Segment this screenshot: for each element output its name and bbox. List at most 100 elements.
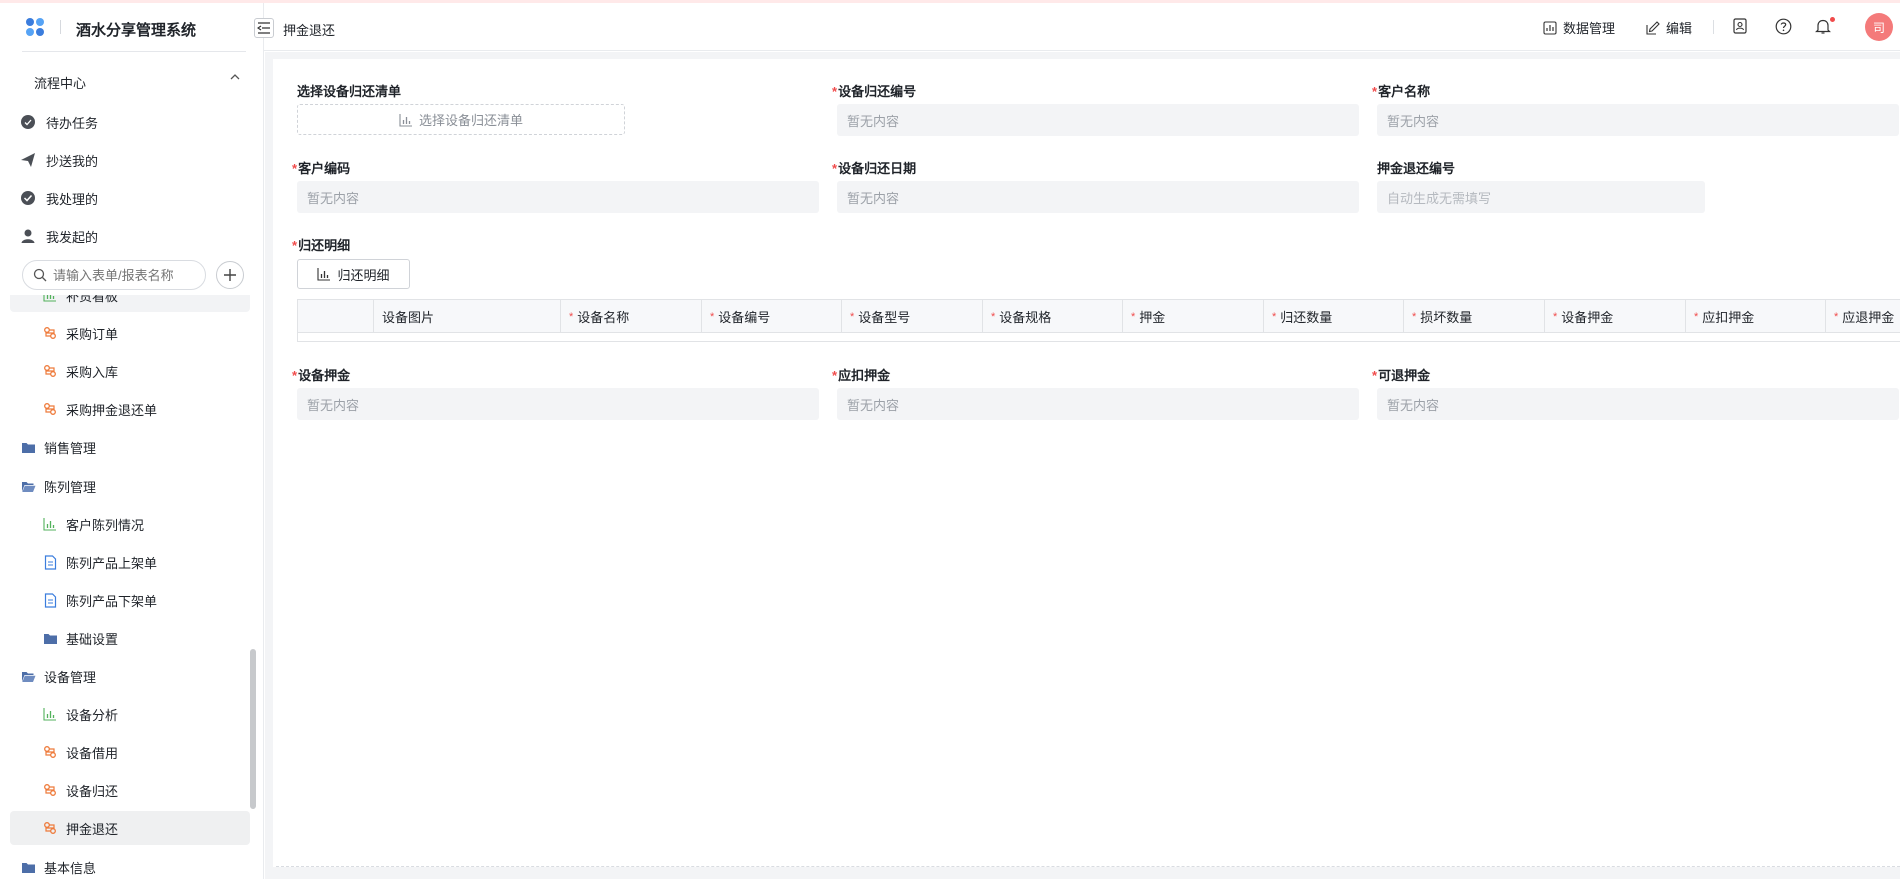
data-chart-icon [1543, 20, 1557, 35]
menu-search[interactable] [22, 260, 206, 290]
menu-fold-icon [257, 22, 270, 34]
help-icon[interactable] [1774, 17, 1792, 35]
form-icon [42, 592, 58, 608]
return-date-field[interactable]: 暂无内容 [837, 181, 1359, 213]
table-header-cell: * 设备名称 [560, 300, 701, 333]
table-header-label: 设备名称 [577, 310, 630, 325]
sidebar-scrollbar[interactable] [250, 649, 256, 809]
table-header-cell: * 设备规格 [982, 300, 1122, 333]
sidebar-item[interactable]: 押金退还 [10, 811, 250, 845]
sidebar-item[interactable]: 客户陈列情况 [10, 507, 250, 541]
search-input[interactable] [53, 267, 193, 283]
sidebar-item[interactable]: 采购订单 [10, 316, 250, 350]
brand-rule [22, 51, 246, 52]
flow-item-todo[interactable]: 待办任务 [20, 111, 98, 133]
sidebar-menu: 补货看板 ··· 采购订单采购入库采购押金退还单销售管理陈列管理客户陈列情况陈列产品… [0, 295, 263, 879]
table-header: 设备图片 * 设备名称 * 设备编号 * 设备型号 * 设备规格 * 押金 * 归还数量 * 损坏数量 * 设备… [298, 300, 1900, 333]
more-icon[interactable]: ··· [225, 295, 240, 298]
send-icon [20, 152, 36, 168]
edit-icon [1646, 20, 1660, 35]
table-header-label: 损坏数量 [1420, 310, 1473, 325]
flow-item-initiated[interactable]: 我发起的 [20, 225, 98, 247]
sidebar-item[interactable]: 补货看板 ··· [10, 295, 250, 312]
flow-center-title[interactable]: 流程中心 [34, 73, 86, 92]
data-manage-button[interactable]: 数据管理 [1543, 18, 1615, 37]
return-no-label: *设备归还编号 [832, 84, 917, 99]
sidebar-item[interactable]: 销售管理 [10, 430, 250, 464]
avatar[interactable]: 司 [1865, 13, 1893, 41]
sidebar-item-label: 基本信息 [44, 860, 97, 876]
select-return-list-button[interactable]: 选择设备归还清单 [297, 104, 625, 135]
detail-button-label: 归还明细 [337, 267, 390, 283]
folder-open-icon [20, 478, 36, 494]
sidebar-item[interactable]: 设备分析 [10, 697, 250, 731]
add-button[interactable] [216, 261, 244, 289]
table-header-label: 设备图片 [382, 310, 435, 325]
required-marker: * [1412, 310, 1417, 323]
chevron-up-icon[interactable] [228, 70, 242, 84]
sidebar-item[interactable]: 基本信息 [10, 850, 250, 879]
contacts-icon[interactable] [1731, 17, 1749, 35]
page-title: 押金退还 [283, 23, 336, 38]
sidebar-item-label: 设备分析 [66, 707, 119, 723]
refundable-deposit-field[interactable]: 暂无内容 [1377, 388, 1899, 420]
sidebar-item[interactable]: 设备管理 [10, 659, 250, 693]
sidebar-item-label: 补货看板 [66, 295, 119, 304]
detail-button[interactable]: 归还明细 [297, 259, 410, 289]
sidebar-item[interactable]: 基础设置 [10, 621, 250, 655]
detail-table: 设备图片 * 设备名称 * 设备编号 * 设备型号 * 设备规格 * 押金 * 归还数量 * 损坏数量 * 设备… [297, 299, 1900, 342]
bar-chart-icon [317, 267, 331, 281]
field-label-text: 可退押金 [1378, 368, 1431, 383]
table-header-cell: * 设备型号 [841, 300, 982, 333]
table-header-label: 设备型号 [858, 310, 911, 325]
detail-label: *归还明细 [292, 238, 351, 253]
sidebar-item[interactable]: 设备借用 [10, 735, 250, 769]
flow-icon [42, 782, 58, 798]
brand-divider [60, 20, 61, 34]
device-deposit-field[interactable]: 暂无内容 [297, 388, 819, 420]
app-logo-icon [26, 18, 46, 38]
folder-icon [20, 859, 36, 875]
edit-button[interactable]: 编辑 [1646, 18, 1692, 37]
sidebar-item[interactable]: 采购押金退还单 [10, 392, 250, 426]
table-header-cell: * 应退押金 [1825, 300, 1900, 333]
sidebar-item-label: 客户陈列情况 [66, 517, 145, 533]
deduct-deposit-field[interactable]: 暂无内容 [837, 388, 1359, 420]
table-header-cell: * 损坏数量 [1403, 300, 1544, 333]
sidebar-item[interactable]: 设备归还 [10, 773, 250, 807]
select-return-list-label: 选择设备归还清单 [297, 81, 401, 100]
table-header-cell: * 设备押金 [1544, 300, 1685, 333]
sidebar-item-label: 采购入库 [66, 364, 119, 380]
required-marker: * [1834, 310, 1839, 323]
data-manage-label: 数据管理 [1563, 21, 1616, 36]
sidebar-item-label: 采购订单 [66, 326, 119, 342]
table-header-label: 设备规格 [999, 310, 1052, 325]
table-header-cell: 设备图片 [373, 300, 560, 333]
flow-item-handled[interactable]: 我处理的 [20, 187, 98, 209]
refundable-deposit-label: *可退押金 [1372, 368, 1431, 383]
sidebar-item[interactable]: 陈列产品下架单 [10, 583, 250, 617]
search-icon [33, 268, 47, 282]
collapse-sidebar-button[interactable] [254, 18, 274, 38]
sidebar-item[interactable]: 陈列管理 [10, 469, 250, 503]
sidebar-item-label: 设备归还 [66, 783, 119, 799]
table-header-label: 设备押金 [1561, 310, 1614, 325]
sidebar-item[interactable]: 陈列产品上架单 [10, 545, 250, 579]
field-label-text: 客户编码 [298, 161, 351, 176]
sidebar-item-label: 陈列产品上架单 [66, 555, 158, 571]
customer-name-field[interactable]: 暂无内容 [1377, 104, 1899, 136]
flow-item-cc[interactable]: 抄送我的 [20, 149, 98, 171]
sidebar-item-label: 押金退还 [66, 821, 119, 837]
notification-badge [1830, 17, 1835, 22]
required-marker: * [569, 310, 574, 323]
flow-item-label: 待办任务 [46, 115, 99, 131]
bar-chart-icon [42, 516, 58, 532]
return-no-field[interactable]: 暂无内容 [837, 104, 1359, 136]
sidebar-item[interactable]: 采购入库 [10, 354, 250, 388]
table-header-cell: * 设备编号 [701, 300, 841, 333]
picker-label: 选择设备归还清单 [418, 113, 523, 128]
customer-code-field[interactable]: 暂无内容 [297, 181, 819, 213]
sidebar: 酒水分享管理系统 流程中心 待办任务 抄送我的 我处理的 我发起的 补货看板 ··… [0, 3, 264, 879]
table-header-label: 押金 [1139, 310, 1166, 325]
bar-chart-icon [42, 706, 58, 722]
